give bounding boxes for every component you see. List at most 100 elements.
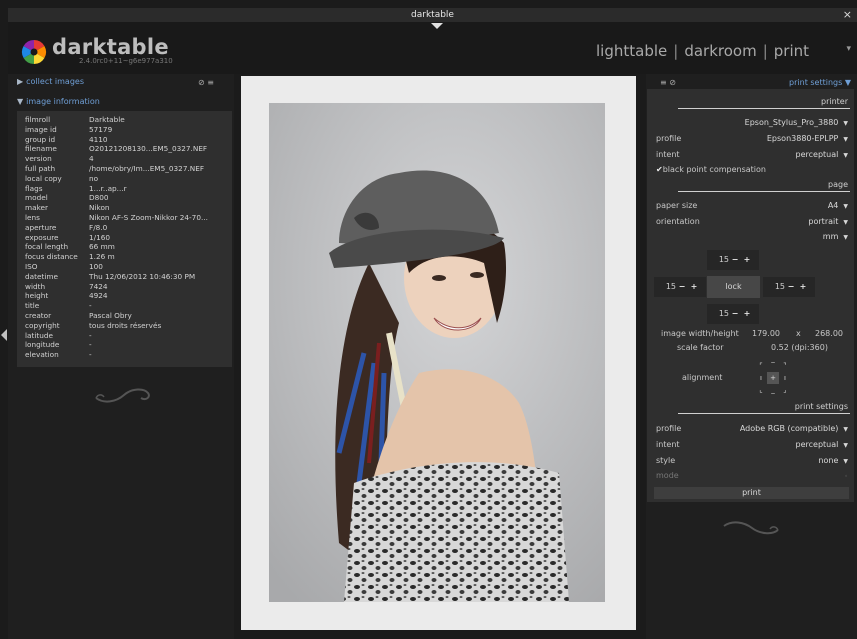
info-row: local copy no xyxy=(25,174,230,183)
collect-images-label: collect images xyxy=(26,77,84,86)
margin-left-stepper[interactable]: 15− + xyxy=(654,277,706,297)
style-label: style xyxy=(656,456,676,465)
info-key: lens xyxy=(25,213,40,222)
printer-intent-select[interactable]: perceptual ▼ xyxy=(796,150,848,159)
export-profile-select[interactable]: Adobe RGB (compatible) ▼ xyxy=(740,424,848,433)
style-value: none xyxy=(818,456,839,465)
view-separator: | xyxy=(762,42,768,60)
align-top-right-icon[interactable]: ⌝ xyxy=(779,360,791,372)
print-settings-module-icons[interactable]: ≡ ⊘ xyxy=(660,78,676,87)
align-bottom-right-icon[interactable]: ⌟ xyxy=(779,384,791,396)
alignment-grid[interactable]: ⌜ ‾ ⌝ ı + ı ⌞ _ ⌟ xyxy=(755,360,791,396)
info-key: filename xyxy=(25,144,57,154)
view-lighttable[interactable]: lighttable xyxy=(596,42,667,60)
collect-images-header[interactable]: ▶ collect images xyxy=(17,77,84,86)
orientation-select[interactable]: portrait ▼ xyxy=(808,217,848,226)
export-intent-select[interactable]: perceptual ▼ xyxy=(796,440,848,449)
export-profile-value: Adobe RGB (compatible) xyxy=(739,424,839,433)
info-value: - xyxy=(89,340,92,350)
margin-top-value: 15 xyxy=(718,255,729,264)
image-width-value[interactable]: 179.00 xyxy=(752,329,780,338)
align-right-icon[interactable]: ı xyxy=(779,372,791,384)
info-row: focus distance 1.26 m xyxy=(25,252,230,261)
info-key: model xyxy=(25,193,48,203)
unit-select[interactable]: mm ▼ xyxy=(823,232,848,241)
dropdown-icon: ▼ xyxy=(843,152,848,159)
image-information-panel: filmroll Darktable image id 57179 group id 41… xyxy=(17,111,232,367)
page-section-title: page xyxy=(828,180,848,189)
info-key: version xyxy=(25,154,52,164)
collect-module-icons[interactable]: ⊘ ≡ xyxy=(198,78,214,87)
left-panel-toggle-icon[interactable] xyxy=(0,328,8,342)
black-point-compensation-toggle[interactable]: ✔black point compensation xyxy=(656,165,766,174)
export-intent-value: perceptual xyxy=(795,440,839,449)
image-dimensions-label: image width/height xyxy=(661,329,739,338)
portrait-image xyxy=(269,103,605,602)
info-row: image id 57179 xyxy=(25,125,230,134)
info-row: version 4 xyxy=(25,154,230,163)
minus-icon[interactable]: − xyxy=(676,277,688,297)
minus-icon[interactable]: − xyxy=(785,277,797,297)
checkmark-icon: ✔ xyxy=(656,165,663,174)
paper-size-value: A4 xyxy=(827,201,839,210)
margin-bottom-stepper[interactable]: 15− + xyxy=(707,304,759,324)
info-row: exposure 1/160 xyxy=(25,233,230,242)
margin-top-stepper[interactable]: 15− + xyxy=(707,250,759,270)
info-value: Thu 12/06/2012 10:46:30 PM xyxy=(89,271,196,281)
plus-icon[interactable]: + xyxy=(688,277,700,297)
printer-profile-label: profile xyxy=(656,134,682,143)
info-key: flags xyxy=(25,183,43,193)
align-bottom-left-icon[interactable]: ⌞ xyxy=(755,384,767,396)
info-row: full path/home/obry/Im...EM5_0327.NEF xyxy=(25,164,230,173)
section-divider xyxy=(678,413,850,414)
orientation-value: portrait xyxy=(808,217,839,226)
margin-right-stepper[interactable]: 15− + xyxy=(763,277,815,297)
window-title: darktable xyxy=(411,10,454,20)
info-key: local copy xyxy=(25,173,62,183)
more-views-icon[interactable]: ▾ xyxy=(846,44,851,54)
view-darkroom[interactable]: darkroom xyxy=(684,42,756,60)
print-button[interactable]: print xyxy=(654,487,849,499)
image-information-label: image information xyxy=(26,97,100,106)
view-switcher: lighttable | darkroom | print xyxy=(596,42,809,60)
top-panel-toggle-icon[interactable] xyxy=(430,22,444,30)
info-row: ISO 100 xyxy=(25,262,230,271)
align-bottom-icon[interactable]: _ xyxy=(767,384,779,396)
info-row: lens Nikon AF-S Zoom-Nikkor 24-70... xyxy=(25,213,230,222)
info-row: latitude - xyxy=(25,331,230,340)
print-settings-section-title: print settings xyxy=(794,402,848,411)
info-key: latitude xyxy=(25,330,53,340)
print-settings-header[interactable]: print settings ▼ xyxy=(789,78,851,87)
info-value: 4 xyxy=(89,154,94,164)
mode-label: mode xyxy=(656,471,679,480)
plus-icon[interactable]: + xyxy=(741,304,753,324)
info-value: - xyxy=(89,301,92,311)
printer-profile-select[interactable]: Epson3880-EPLPP ▼ xyxy=(767,134,848,143)
align-center-icon[interactable]: + xyxy=(767,372,779,384)
plus-icon[interactable]: + xyxy=(741,250,753,270)
section-divider xyxy=(678,191,850,192)
info-row: creator Pascal Obry xyxy=(25,311,230,320)
minus-icon[interactable]: − xyxy=(729,304,741,324)
image-information-header[interactable]: ▼ image information xyxy=(17,97,100,106)
info-value: O20121208130...EM5_0327.NEF xyxy=(89,144,208,154)
style-select[interactable]: none ▼ xyxy=(818,456,848,465)
printer-select[interactable]: Epson_Stylus_Pro_3880 ▼ xyxy=(745,118,848,127)
mode-select[interactable]: ◦ xyxy=(839,471,848,480)
align-top-left-icon[interactable]: ⌜ xyxy=(755,360,767,372)
info-value: 1.26 m xyxy=(89,252,115,262)
lock-margins-button[interactable]: lock xyxy=(707,276,760,298)
info-key: exposure xyxy=(25,232,59,242)
view-print[interactable]: print xyxy=(774,42,809,60)
panel-end-ornament-icon xyxy=(723,521,779,535)
image-height-value[interactable]: 268.00 xyxy=(815,329,843,338)
info-key: full path xyxy=(25,164,56,173)
align-left-icon[interactable]: ı xyxy=(755,372,767,384)
plus-icon[interactable]: + xyxy=(797,277,809,297)
info-key: datetime xyxy=(25,271,58,281)
close-icon[interactable]: × xyxy=(843,8,852,22)
paper-size-select[interactable]: A4 ▼ xyxy=(828,201,848,210)
info-key: maker xyxy=(25,203,49,213)
align-top-icon[interactable]: ‾ xyxy=(767,360,779,372)
minus-icon[interactable]: − xyxy=(729,250,741,270)
